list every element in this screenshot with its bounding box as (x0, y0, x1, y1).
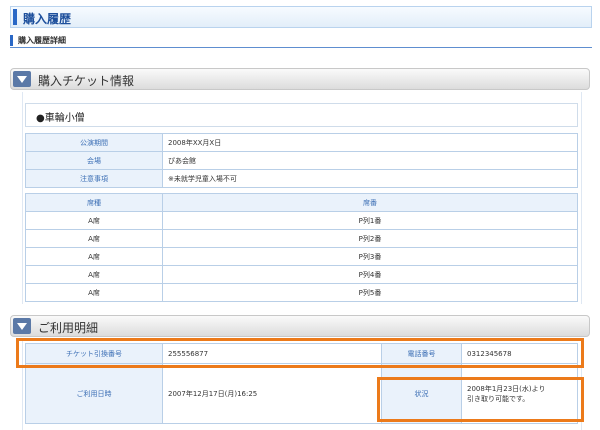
seat-type: A席 (25, 211, 163, 230)
page-title: 購入履歴 (23, 12, 72, 26)
section-usage-details[interactable]: ご利用明細 (10, 315, 590, 337)
ticket-no-value: 255556877 (162, 343, 382, 364)
detail-label: 公演期間 (25, 133, 163, 152)
detail-label: 注意事項 (25, 169, 163, 188)
seat-type-header: 席種 (25, 193, 163, 212)
status-label: 状況 (381, 363, 462, 424)
table-row: 注意事項 ※未就学児童入場不可 (25, 169, 578, 188)
header-accent-bar (13, 9, 17, 25)
table-row: A席 P列1番 (25, 211, 578, 230)
sub-header: 購入履歴詳細 (10, 34, 592, 48)
seat-number: P列1番 (162, 211, 578, 230)
event-name-box: ●車輪小僧 (25, 103, 578, 127)
seat-type: A席 (25, 265, 163, 284)
table-row: チケット引換番号 255556877 電話番号 0312345678 (25, 343, 578, 364)
table-header-row: 席種 席番 (25, 193, 578, 212)
ticket-no-label: チケット引換番号 (25, 343, 163, 364)
section-usage-title: ご利用明細 (38, 321, 99, 335)
table-row: A席 P列5番 (25, 283, 578, 302)
event-name: ●車輪小僧 (36, 113, 85, 124)
seat-number: P列3番 (162, 247, 578, 266)
seat-number: P列5番 (162, 283, 578, 302)
detail-value: 2008年XX月X日 (162, 133, 578, 152)
page-header: 購入履歴 (10, 6, 592, 28)
detail-label: 会場 (25, 151, 163, 170)
date-label: ご利用日時 (25, 363, 163, 424)
event-details-table: 公演期間 2008年XX月X日 会場 ぴあ会館 注意事項 ※未就学児童入場不可 (25, 133, 578, 188)
date-value: 2007年12月17日(月)16:25 (162, 363, 382, 424)
status-value: 2008年1月23日(水)より 引き取り可能です。 (461, 363, 578, 424)
table-row: ご利用日時 2007年12月17日(月)16:25 状況 2008年1月23日(… (25, 363, 578, 424)
detail-value: ※未就学児童入場不可 (162, 169, 578, 188)
seat-type: A席 (25, 247, 163, 266)
seat-number-header: 席番 (162, 193, 578, 212)
table-row: A席 P列4番 (25, 265, 578, 284)
detail-value: ぴあ会館 (162, 151, 578, 170)
collapse-triangle-icon[interactable] (13, 318, 31, 334)
sub-header-title: 購入履歴詳細 (18, 36, 66, 45)
section-ticket-info[interactable]: 購入チケット情報 (10, 68, 590, 90)
table-row: A席 P列2番 (25, 229, 578, 248)
seat-table: 席種 席番 A席 P列1番 A席 P列2番 A席 P列3番 A席 P列4番 A席… (25, 193, 578, 302)
collapse-triangle-icon[interactable] (13, 71, 31, 87)
phone-label: 電話番号 (381, 343, 462, 364)
seat-number: P列4番 (162, 265, 578, 284)
seat-type: A席 (25, 229, 163, 248)
seat-number: P列2番 (162, 229, 578, 248)
status-line-2: 引き取り可能です。 (467, 394, 530, 403)
status-line-1: 2008年1月23日(水)より (467, 384, 546, 393)
phone-value: 0312345678 (461, 343, 578, 364)
table-row: 会場 ぴあ会館 (25, 151, 578, 170)
table-row: 公演期間 2008年XX月X日 (25, 133, 578, 152)
subheader-accent-bar (10, 35, 13, 46)
section-ticket-info-title: 購入チケット情報 (38, 74, 135, 88)
seat-type: A席 (25, 283, 163, 302)
usage-table: チケット引換番号 255556877 電話番号 0312345678 ご利用日時… (25, 343, 578, 424)
table-row: A席 P列3番 (25, 247, 578, 266)
